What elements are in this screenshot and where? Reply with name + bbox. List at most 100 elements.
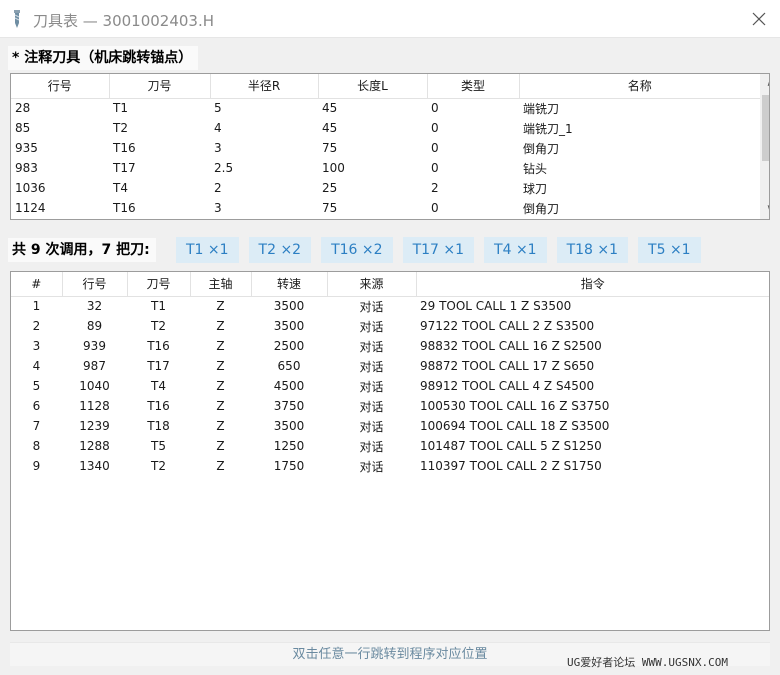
cell-source: 对话 [359, 299, 384, 314]
column-header-index[interactable]: # [11, 272, 63, 297]
table-row[interactable]: 85 T2 4 45 0 端铣刀_1 [11, 118, 760, 138]
cell-length: 25 [322, 181, 338, 195]
cell-line: 1124 [15, 201, 46, 215]
tool-chip[interactable]: T16 ×2 [321, 237, 393, 263]
title-bar: 刀具表 — 3001002403.H [0, 0, 780, 38]
cell-source: 对话 [359, 399, 384, 414]
cell-tool: T4 [113, 181, 128, 195]
table-row[interactable]: 5 1040 T4 Z 4500 对话 98912 TOOL CALL 4 Z S4500 [11, 376, 769, 396]
cell-index: 7 [32, 419, 41, 433]
cell-spindle: Z [216, 339, 225, 353]
cell-length: 45 [322, 101, 338, 116]
cell-spindle: Z [216, 299, 225, 314]
column-header-length[interactable]: 长度L [318, 74, 428, 99]
cell-tool: T5 [151, 439, 166, 453]
cell-tool: T17 [113, 161, 136, 175]
cell-type: 0 [431, 201, 439, 215]
window-title: 刀具表 — 3001002403.H [33, 12, 215, 30]
column-header-speed[interactable]: 转速 [251, 272, 328, 297]
table-row[interactable]: 1036 T4 2 25 2 球刀 [11, 178, 760, 198]
cell-command: 98872 TOOL CALL 17 Z S650 [420, 359, 595, 373]
table-row[interactable]: 1 32 T1 Z 3500 对话 29 TOOL CALL 1 Z S3500 [11, 296, 769, 316]
cell-command: 98912 TOOL CALL 4 Z S4500 [420, 379, 595, 393]
cell-radius: 5 [214, 101, 222, 116]
close-icon[interactable] [746, 6, 772, 32]
cell-index: 2 [32, 319, 41, 333]
tool-chip[interactable]: T1 ×1 [176, 237, 239, 263]
cell-radius: 2 [214, 181, 222, 195]
table-row[interactable]: 2 89 T2 Z 3500 对话 97122 TOOL CALL 2 Z S3500 [11, 316, 769, 336]
cell-line: 1040 [79, 379, 110, 393]
cell-type: 0 [431, 101, 439, 116]
scrollbar-thumb[interactable] [762, 95, 769, 161]
drill-tool-icon [14, 10, 20, 28]
cell-source: 对话 [359, 379, 384, 394]
cell-name: 球刀 [523, 181, 548, 196]
column-header-tool[interactable]: 刀号 [127, 272, 191, 297]
cell-tool: T18 [147, 419, 170, 433]
cell-index: 6 [32, 399, 41, 413]
cell-length: 45 [322, 121, 338, 135]
cell-speed: 3500 [273, 419, 305, 433]
cell-line: 85 [15, 121, 31, 135]
cell-command: 110397 TOOL CALL 2 Z S1750 [420, 459, 602, 473]
cell-index: 4 [32, 359, 41, 373]
table-row[interactable]: 935 T16 3 75 0 倒角刀 [11, 138, 760, 158]
annotated-tools-scrollbar[interactable]: ∧ ∨ [760, 74, 769, 219]
cell-length: 75 [322, 201, 338, 215]
cell-tool: T1 [113, 101, 128, 116]
cell-spindle: Z [216, 319, 225, 333]
cell-tool: T1 [151, 299, 166, 314]
column-header-name[interactable]: 名称 [519, 74, 760, 99]
table-row[interactable]: 4 987 T17 Z 650 对话 98872 TOOL CALL 17 Z S650 [11, 356, 769, 376]
cell-tool: T16 [147, 339, 170, 353]
table-row[interactable]: 9 1340 T2 Z 1750 对话 110397 TOOL CALL 2 Z S1750 [11, 456, 769, 476]
table-row[interactable]: 3 939 T16 Z 2500 对话 98832 TOOL CALL 16 Z S2500 [11, 336, 769, 356]
cell-spindle: Z [216, 359, 225, 373]
cell-line: 1340 [79, 459, 110, 473]
column-header-line[interactable]: 行号 [62, 272, 128, 297]
cell-length: 100 [322, 161, 345, 175]
cell-name: 钻头 [523, 161, 548, 176]
cell-source: 对话 [359, 459, 384, 474]
cell-type: 0 [431, 161, 439, 175]
tool-chip[interactable]: T2 ×2 [248, 237, 312, 263]
cell-command: 98832 TOOL CALL 16 Z S2500 [420, 339, 602, 353]
cell-radius: 3 [214, 201, 222, 215]
tool-chip[interactable]: T5 ×1 [638, 237, 701, 263]
scroll-up-icon[interactable]: ∧ [760, 74, 769, 94]
column-header-tool[interactable]: 刀号 [109, 74, 211, 99]
column-header-radius[interactable]: 半径R [210, 74, 319, 99]
cell-speed: 1750 [273, 459, 305, 473]
column-header-line[interactable]: 行号 [11, 74, 110, 99]
cell-name: 倒角刀 [523, 141, 560, 156]
cell-line: 983 [15, 161, 38, 175]
cell-command: 101487 TOOL CALL 5 Z S1250 [420, 439, 602, 453]
cell-tool: T2 [113, 121, 128, 135]
cell-tool: T2 [151, 459, 166, 473]
cell-command: 97122 TOOL CALL 2 Z S3500 [420, 319, 595, 333]
table-row[interactable]: 28 T1 5 45 0 端铣刀 [11, 98, 760, 118]
table-row[interactable]: 983 T17 2.5 100 0 钻头 [11, 158, 760, 178]
cell-speed: 3750 [273, 399, 305, 413]
cell-speed: 3500 [273, 319, 305, 333]
column-header-command[interactable]: 指令 [416, 272, 769, 297]
cell-name: 倒角刀 [523, 201, 560, 216]
table-row[interactable]: 6 1128 T16 Z 3750 对话 100530 TOOL CALL 16 Z S37… [11, 396, 769, 416]
cell-line: 939 [83, 339, 106, 353]
cell-line: 1239 [79, 419, 110, 433]
column-header-source[interactable]: 来源 [327, 272, 417, 297]
tool-chip[interactable]: T4 ×1 [484, 237, 547, 263]
table-row[interactable]: 8 1288 T5 Z 1250 对话 101487 TOOL CALL 5 Z S1250 [11, 436, 769, 456]
column-header-type[interactable]: 类型 [427, 74, 520, 99]
cell-spindle: Z [216, 379, 225, 393]
table-header-row: 行号 刀号 半径R 长度L 类型 名称 [11, 74, 760, 99]
table-row[interactable]: 1124 T16 3 75 0 倒角刀 [11, 198, 760, 218]
cell-index: 1 [32, 299, 41, 314]
cell-spindle: Z [216, 439, 225, 453]
tool-chip[interactable]: T17 ×1 [402, 237, 475, 263]
tool-chip[interactable]: T18 ×1 [556, 237, 629, 263]
scroll-down-icon[interactable]: ∨ [760, 199, 769, 219]
table-row[interactable]: 7 1239 T18 Z 3500 对话 100694 TOOL CALL 18 Z S35… [11, 416, 769, 436]
column-header-spindle[interactable]: 主轴 [190, 272, 252, 297]
